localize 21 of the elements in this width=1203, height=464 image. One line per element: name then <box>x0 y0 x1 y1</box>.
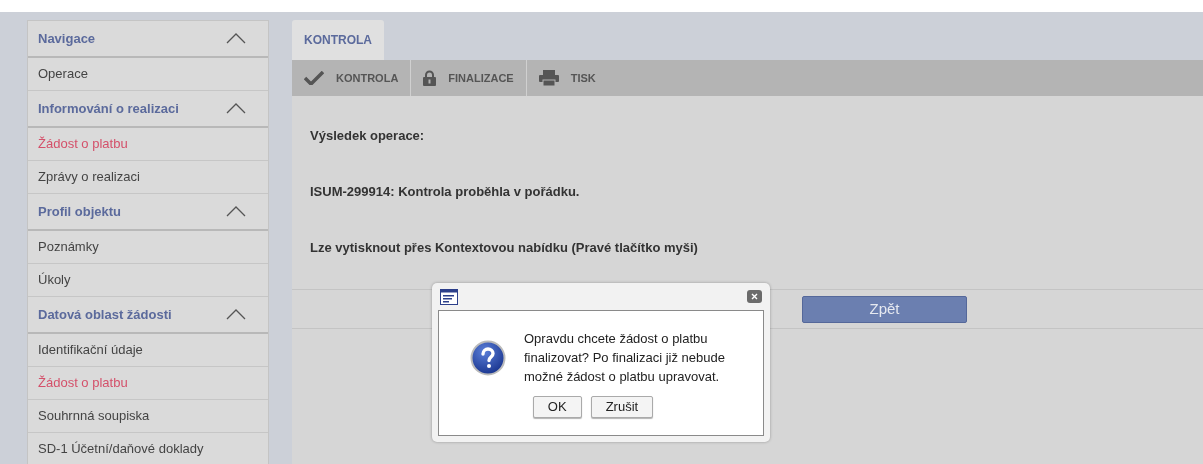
toolbar-button[interactable]: TISK <box>526 60 608 96</box>
sidebar-item[interactable]: Souhrnná soupiska <box>28 400 268 433</box>
sidebar-item[interactable]: SD-1 Účetní/daňové doklady <box>28 433 268 464</box>
dialog-message: Opravdu chcete žádost o platbu finalizovat? Po finalizaci již nebude možné žádost o platbu upravovat. <box>524 330 726 386</box>
sidebar-item[interactable]: Poznámky <box>28 231 268 264</box>
sidebar-item[interactable]: Žádost o platbu <box>28 128 268 161</box>
padlock-icon <box>423 70 437 86</box>
sidebar-item[interactable]: Žádost o platbu <box>28 367 268 400</box>
check-icon <box>304 71 324 85</box>
result-text: Lze vytisknout přes Kontextovou nabídku (Pravé tlačítko myši) <box>310 240 699 256</box>
question-icon <box>470 339 506 376</box>
dialog-button[interactable]: Zrušit <box>590 396 654 418</box>
result-text: ISUM-299914: Kontrola proběhla v pořádku. <box>310 184 581 200</box>
back-button[interactable]: Zpět <box>802 295 967 323</box>
window-icon <box>440 288 458 305</box>
sidebar-item[interactable]: Identifikační údaje <box>28 334 268 367</box>
tab[interactable]: KONTROLA <box>292 20 384 60</box>
dialog-button[interactable]: OK <box>532 396 582 418</box>
close-icon[interactable] <box>747 290 762 303</box>
result-text: Výsledek operace: <box>310 128 426 144</box>
printer-icon <box>538 70 559 86</box>
